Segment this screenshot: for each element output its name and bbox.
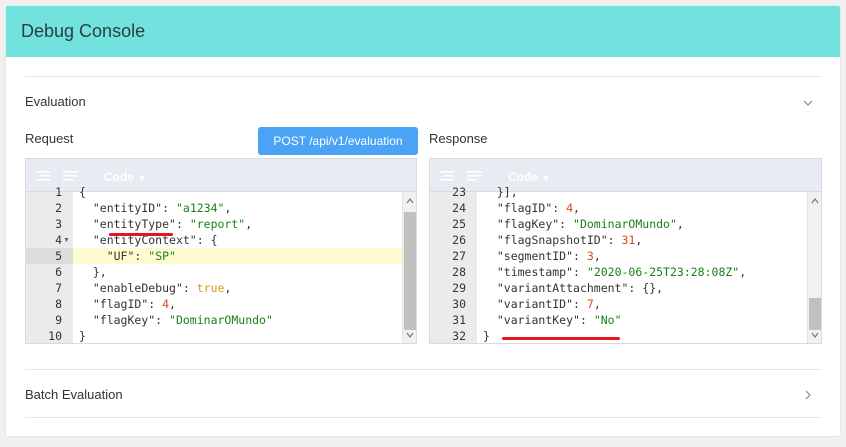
mode-label: Code <box>104 170 134 184</box>
highlight-underline <box>502 337 620 340</box>
code-line: "variantKey": "No" <box>496 313 622 327</box>
divider <box>25 417 822 418</box>
line-number: 6 <box>55 265 62 279</box>
mode-dropdown[interactable]: Code ▼ <box>508 170 550 184</box>
chevron-right-icon[interactable] <box>803 390 813 400</box>
line-number: 5 <box>55 249 62 263</box>
line-number: 10 <box>48 329 62 343</box>
mode-dropdown[interactable]: Code ▼ <box>104 170 146 184</box>
code-area[interactable]: { "entityID": "a1234", "entityType": "re… <box>73 185 402 343</box>
line-number: 26 <box>452 233 466 247</box>
code-area[interactable]: }], "flagID": 4, "flagKey": "DominarOMun… <box>477 185 807 343</box>
code-line: "timestamp": "2020-06-25T23:28:08Z", <box>496 265 747 279</box>
code-line: "entityID": "a1234", <box>92 201 232 215</box>
line-number: 30 <box>452 297 466 311</box>
fold-toggle-icon[interactable]: ▼ <box>63 237 70 244</box>
line-gutter: 23 24 25 26 27 28 29 30 31 32 <box>430 185 477 343</box>
line-number: 2 <box>55 201 62 215</box>
line-number: 32 <box>452 329 466 343</box>
response-label: Response <box>429 131 488 146</box>
code-line: "flagID": 4, <box>92 297 176 311</box>
caret-down-icon: ▼ <box>138 174 146 183</box>
code-line: "variantID": 7, <box>496 297 601 311</box>
code-line-active: "UF": "SP" <box>73 248 402 264</box>
code-line: } <box>79 329 86 343</box>
line-number: 23 <box>452 185 466 199</box>
evaluation-section-header[interactable]: Evaluation <box>25 94 86 109</box>
response-editor[interactable]: Code ▼ 23 24 25 26 27 28 29 30 31 32 }], … <box>429 158 822 344</box>
line-number: 3 <box>55 217 62 231</box>
scroll-up-icon[interactable] <box>406 197 414 205</box>
card-header: Debug Console <box>6 6 840 57</box>
mode-label: Code <box>508 170 538 184</box>
caret-down-icon: ▼ <box>542 174 550 183</box>
scrollbar-thumb[interactable] <box>809 298 821 330</box>
chevron-down-icon[interactable] <box>803 98 813 108</box>
code-line: "flagSnapshotID": 31, <box>496 233 643 247</box>
scroll-down-icon[interactable] <box>406 331 414 339</box>
request-label: Request <box>25 131 74 146</box>
code-line: "enableDebug": true, <box>92 281 232 295</box>
code-line: "flagKey": "DominarOMundo", <box>496 217 684 231</box>
line-number: 27 <box>452 249 466 263</box>
code-line: "entityType": "report", <box>92 217 253 231</box>
scrollbar[interactable] <box>402 192 416 343</box>
compact-icon[interactable] <box>62 169 80 183</box>
post-evaluation-button[interactable]: POST /api/v1/evaluation <box>258 127 418 155</box>
request-editor[interactable]: Code ▼ 1 2 3 4 ▼ 5 6 7 8 9 10 { "entityID… <box>25 158 417 344</box>
line-number: 9 <box>55 313 62 327</box>
code-line: "segmentID": 3, <box>496 249 601 263</box>
line-number: 25 <box>452 217 466 231</box>
code-line: }], <box>483 185 518 199</box>
divider <box>25 76 822 77</box>
line-gutter: 1 2 3 4 ▼ 5 6 7 8 9 10 <box>26 185 73 343</box>
debug-console-card: Debug Console Evaluation Request POST /a… <box>5 5 841 437</box>
code-line: }, <box>79 265 107 279</box>
line-number: 29 <box>452 281 466 295</box>
code-line: "variantAttachment": {}, <box>496 281 664 295</box>
line-number: 8 <box>55 297 62 311</box>
code-line: "flagKey": "DominarOMundo" <box>92 313 273 327</box>
code-line: } <box>483 329 490 343</box>
scroll-down-icon[interactable] <box>811 331 819 339</box>
batch-evaluation-section-header[interactable]: Batch Evaluation <box>25 387 123 402</box>
line-number: 7 <box>55 281 62 295</box>
divider <box>25 369 822 370</box>
page-title: Debug Console <box>21 21 146 41</box>
code-line: { <box>79 185 86 199</box>
format-icon[interactable] <box>34 169 52 183</box>
code-line: "flagID": 4, <box>496 201 580 215</box>
compact-icon[interactable] <box>466 169 484 183</box>
scrollbar-thumb[interactable] <box>404 212 416 330</box>
line-number: 31 <box>452 313 466 327</box>
format-icon[interactable] <box>438 169 456 183</box>
scroll-up-icon[interactable] <box>811 197 819 205</box>
line-number: 4 <box>55 233 62 247</box>
line-number: 1 <box>55 185 62 199</box>
scrollbar[interactable] <box>807 192 821 343</box>
highlight-underline <box>109 233 173 236</box>
line-number: 24 <box>452 201 466 215</box>
line-number: 28 <box>452 265 466 279</box>
